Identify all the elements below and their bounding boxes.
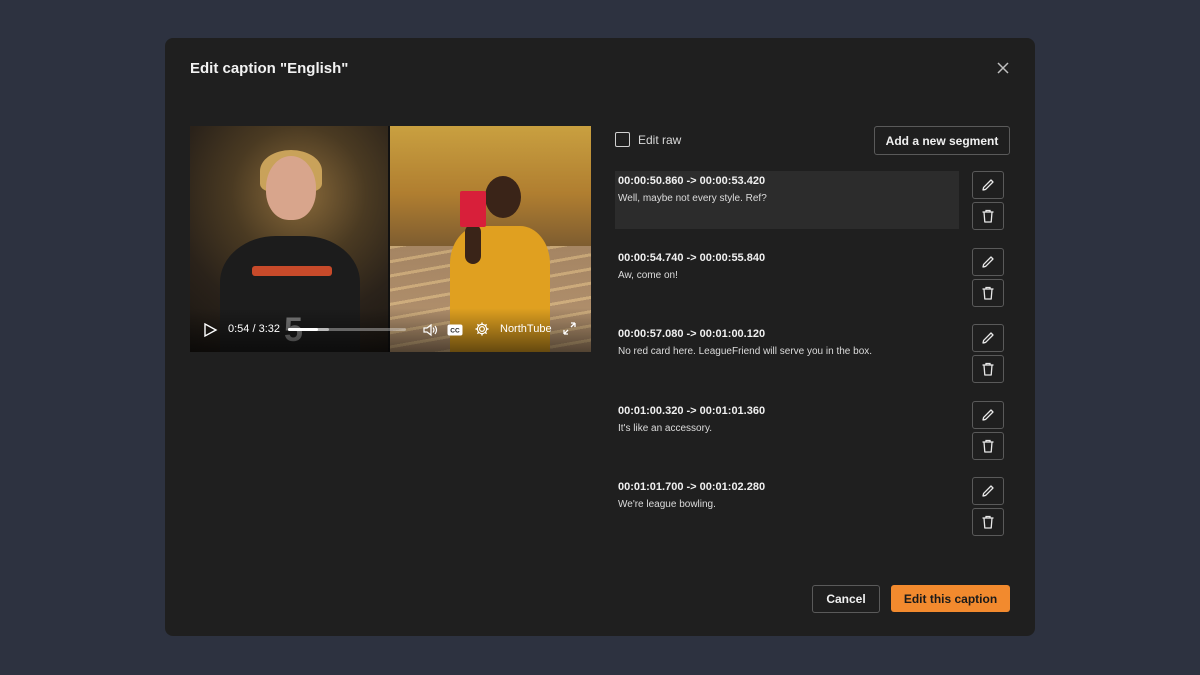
- segment-timecode: 00:01:00.320 -> 00:01:01.360: [618, 404, 766, 417]
- trash-icon: [982, 209, 994, 223]
- segment-text: Well, maybe not every style. Ref?: [618, 193, 767, 204]
- svg-text:CC: CC: [450, 328, 460, 335]
- segment-timecode: 00:00:57.080 -> 00:01:00.120: [618, 328, 766, 340]
- edit-segment-button[interactable]: [972, 247, 1004, 276]
- delete-segment-button[interactable]: [972, 431, 1004, 460]
- playback-time: 0:54 / 3:32: [228, 323, 280, 335]
- delete-segment-button[interactable]: [972, 278, 1004, 307]
- segment-timecode: 00:00:50.860 -> 00:00:53.420: [618, 175, 766, 187]
- add-segment-button[interactable]: Add a new segment: [874, 126, 1010, 155]
- pencil-icon: [982, 255, 994, 268]
- settings-gear-icon: [475, 322, 489, 336]
- segment-text: We're league bowling.: [618, 499, 716, 510]
- red-card: [460, 191, 486, 227]
- player-controls: 0:54 / 3:32 CC NorthTube: [190, 308, 591, 352]
- segment-timecode: 00:01:01.700 -> 00:01:02.280: [618, 481, 766, 493]
- caption-segment[interactable]: 00:01:00.320 -> 00:01:01.360 It's like an…: [615, 401, 959, 459]
- segment-text: Aw, come on!: [618, 269, 678, 281]
- pencil-icon: [982, 485, 994, 497]
- caption-segment[interactable]: 00:01:01.700 -> 00:01:02.280 We're league…: [615, 477, 959, 535]
- delete-segment-button[interactable]: [972, 508, 1004, 536]
- edit-raw-label: Edit raw: [638, 132, 682, 147]
- edit-caption-dialog: Edit caption "English" 5: [165, 38, 1035, 636]
- delete-segment-button[interactable]: [972, 202, 1004, 230]
- trash-icon: [982, 362, 994, 376]
- play-button[interactable]: [202, 322, 218, 338]
- fullscreen-icon: [563, 322, 576, 335]
- edit-segment-button[interactable]: [972, 324, 1004, 352]
- video-player[interactable]: 5 0:54 / 3:32: [190, 126, 591, 352]
- volume-button[interactable]: [422, 322, 440, 338]
- edit-segment-button[interactable]: [972, 400, 1004, 429]
- closed-captions-icon: CC: [447, 324, 463, 336]
- edit-this-caption-button[interactable]: Edit this caption: [891, 585, 1010, 612]
- fullscreen-button[interactable]: [562, 321, 577, 336]
- trash-icon: [982, 515, 994, 529]
- edit-raw-checkbox[interactable]: [615, 132, 630, 147]
- play-icon: [204, 322, 218, 338]
- volume-icon: [423, 323, 438, 337]
- trash-icon: [982, 439, 994, 453]
- progress-bar[interactable]: [288, 328, 406, 331]
- captions-button[interactable]: CC: [447, 323, 463, 336]
- pencil-icon: [982, 179, 994, 191]
- edit-raw-toggle[interactable]: Edit raw: [615, 132, 681, 147]
- caption-segment[interactable]: 00:00:57.080 -> 00:01:00.120 No red card …: [615, 324, 959, 382]
- brand-link[interactable]: NorthTube: [500, 323, 552, 335]
- cancel-button[interactable]: Cancel: [812, 585, 880, 613]
- trash-icon: [982, 286, 994, 300]
- settings-button[interactable]: [474, 321, 490, 337]
- pencil-icon: [982, 332, 994, 344]
- segment-text: No red card here. LeagueFriend will serv…: [618, 346, 873, 357]
- pencil-icon: [982, 408, 994, 421]
- edit-segment-button[interactable]: [972, 171, 1004, 199]
- delete-segment-button[interactable]: [972, 355, 1004, 383]
- edit-segment-button[interactable]: [972, 477, 1004, 505]
- close-icon: [997, 62, 1009, 74]
- segment-text: It's like an accessory.: [618, 422, 712, 434]
- caption-segment[interactable]: 00:00:50.860 -> 00:00:53.420 Well, maybe …: [615, 171, 959, 229]
- dialog-title: Edit caption "English": [190, 60, 349, 77]
- close-button[interactable]: [993, 58, 1013, 78]
- caption-segment[interactable]: 00:00:54.740 -> 00:00:55.840 Aw, come on!: [615, 248, 959, 306]
- played-range: [288, 328, 318, 331]
- segment-timecode: 00:00:54.740 -> 00:00:55.840: [618, 251, 766, 264]
